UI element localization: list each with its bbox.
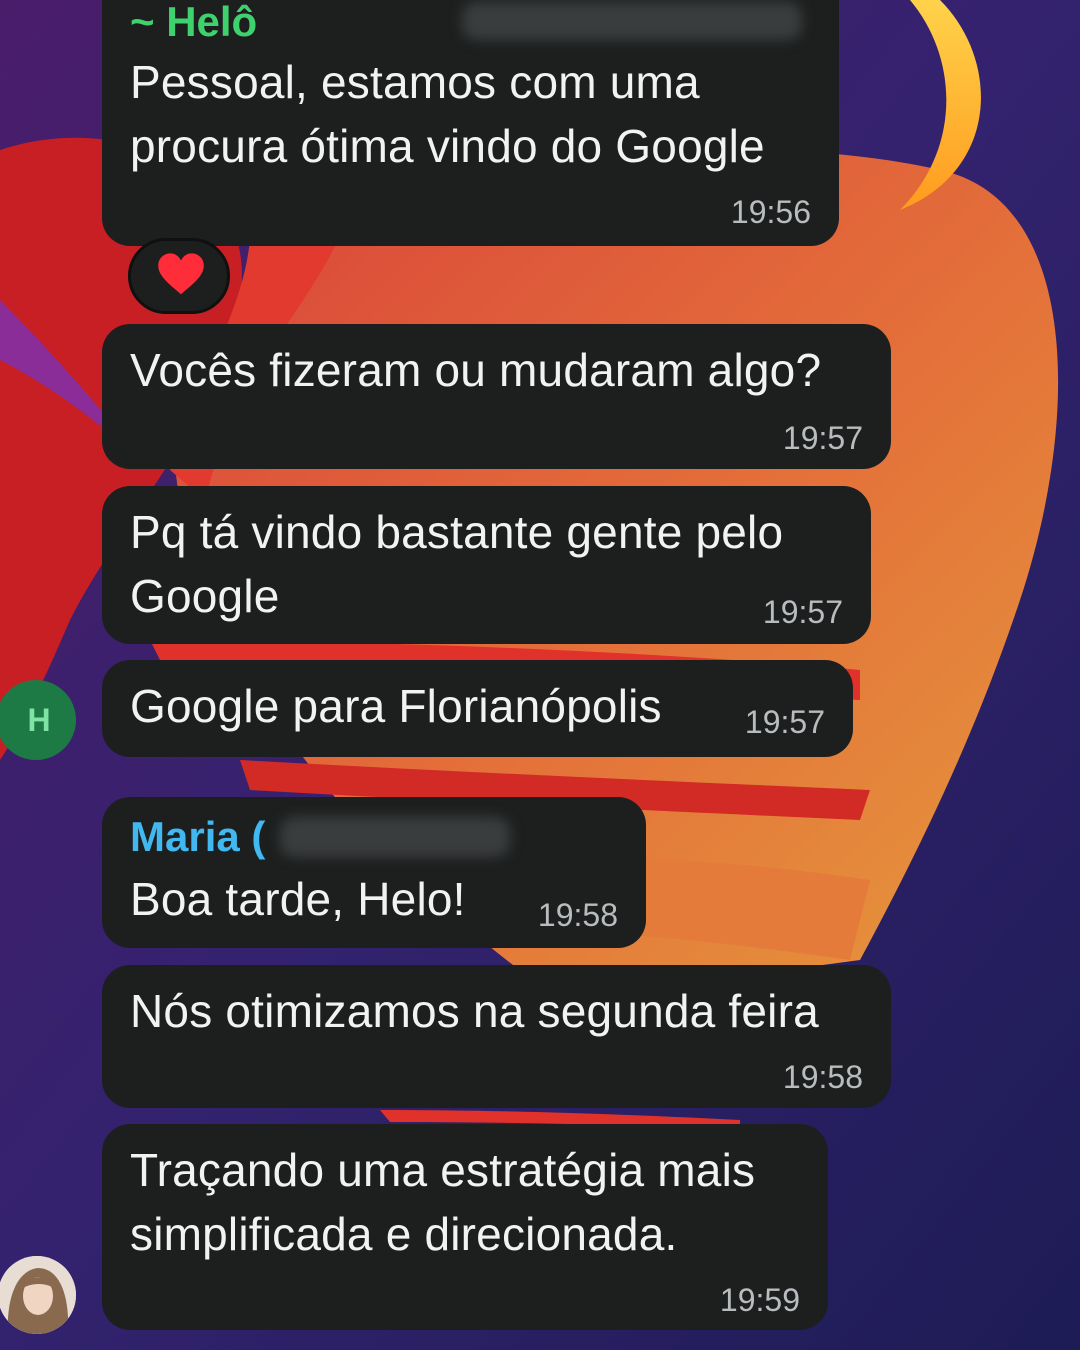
message-bubble[interactable]: ~ Helô Pessoal, estamos com uma procura … <box>102 0 839 246</box>
message-bubble[interactable]: Nós otimizamos na segunda feira 19:58 <box>102 965 891 1108</box>
message-time: 19:56 <box>730 194 811 230</box>
message-line: procura ótima vindo do Google <box>130 120 765 172</box>
message-line: Nós otimizamos na segunda feira <box>130 985 819 1037</box>
message-bubble[interactable]: Google para Florianópolis 19:57 <box>102 660 853 757</box>
message-line: Pessoal, estamos com uma <box>130 56 700 108</box>
message-line: Boa tarde, Helo! <box>130 873 466 925</box>
message-time: 19:57 <box>782 420 863 456</box>
message-time: 19:58 <box>537 897 618 933</box>
message-time: 19:57 <box>762 594 843 630</box>
sender-avatar[interactable]: H <box>0 680 76 760</box>
message-line: simplificada e direcionada. <box>130 1208 678 1260</box>
message-line: Pq tá vindo bastante gente pelo <box>130 506 784 558</box>
message-time: 19:57 <box>744 704 825 740</box>
message-bubble[interactable]: Traçando uma estratégia mais simplificad… <box>102 1124 828 1330</box>
message-line: Google <box>130 570 280 622</box>
message-line: Google para Florianópolis <box>130 680 662 732</box>
message-time: 19:58 <box>782 1059 863 1095</box>
redacted-phone-number <box>280 817 510 857</box>
message-line: Traçando uma estratégia mais <box>130 1144 756 1196</box>
heart-reaction-icon <box>158 253 204 295</box>
avatar-initial: H <box>27 702 51 738</box>
message-bubble[interactable]: Pq tá vindo bastante gente pelo Google 1… <box>102 486 871 644</box>
profile-photo-icon <box>0 1256 76 1334</box>
redacted-phone-number <box>462 2 802 40</box>
reaction-badge[interactable] <box>128 238 230 314</box>
message-line: Vocês fizeram ou mudaram algo? <box>130 344 822 396</box>
message-time: 19:59 <box>719 1282 800 1318</box>
message-bubble[interactable]: Maria ( Boa tarde, Helo! 19:58 <box>102 797 646 948</box>
sender-name[interactable]: Maria ( <box>130 815 265 859</box>
sender-name[interactable]: ~ Helô <box>130 0 257 44</box>
sender-avatar-photo[interactable] <box>0 1256 76 1334</box>
message-bubble[interactable]: Vocês fizeram ou mudaram algo? 19:57 <box>102 324 891 469</box>
